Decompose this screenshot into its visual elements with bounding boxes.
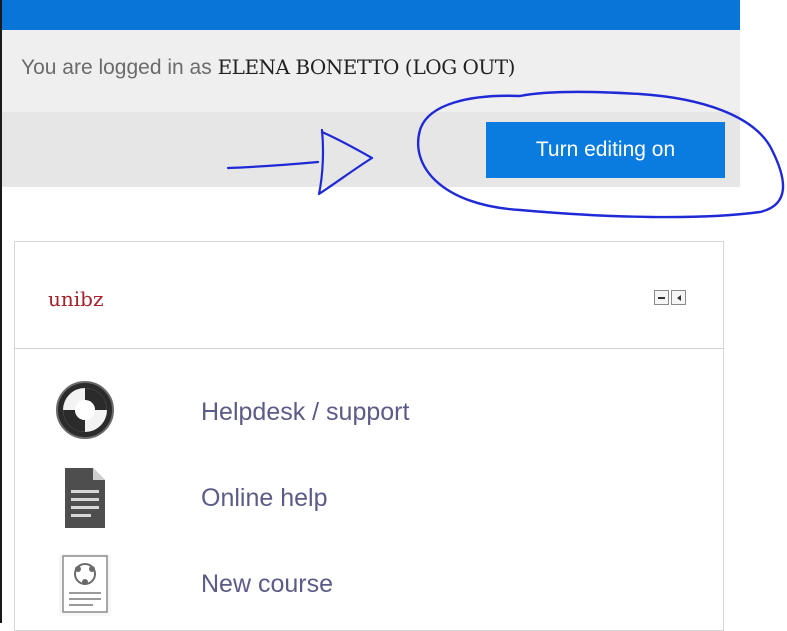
menu-link-new-course[interactable]: New course (201, 570, 333, 599)
login-close-paren: ) (507, 55, 516, 79)
list-item[interactable]: Helpdesk / support (15, 370, 723, 454)
list-item[interactable]: New course (15, 542, 723, 626)
block-header: unibz (15, 242, 723, 349)
login-open-paren: ( (404, 55, 413, 79)
top-bar (2, 0, 740, 30)
lifebuoy-icon (56, 381, 114, 439)
login-info: You are logged in as ELENA BONETTO (LOG … (21, 55, 515, 80)
menu-link-helpdesk[interactable]: Helpdesk / support (201, 398, 409, 427)
minimize-icon[interactable] (654, 290, 669, 305)
menu-link-online-help[interactable]: Online help (201, 484, 327, 513)
login-prefix: You are logged in as (21, 56, 212, 79)
turn-editing-on-button[interactable]: Turn editing on (486, 122, 725, 178)
course-icon (59, 554, 111, 616)
document-icon (65, 468, 105, 528)
login-user-name: ELENA BONETTO (217, 55, 400, 79)
list-item[interactable]: Online help (15, 454, 723, 538)
unibz-block: unibz Helpdesk / support Online help New… (14, 241, 724, 631)
logout-link[interactable]: LOG OUT (413, 55, 509, 79)
dock-icon[interactable] (671, 290, 686, 305)
block-title: unibz (48, 287, 104, 311)
